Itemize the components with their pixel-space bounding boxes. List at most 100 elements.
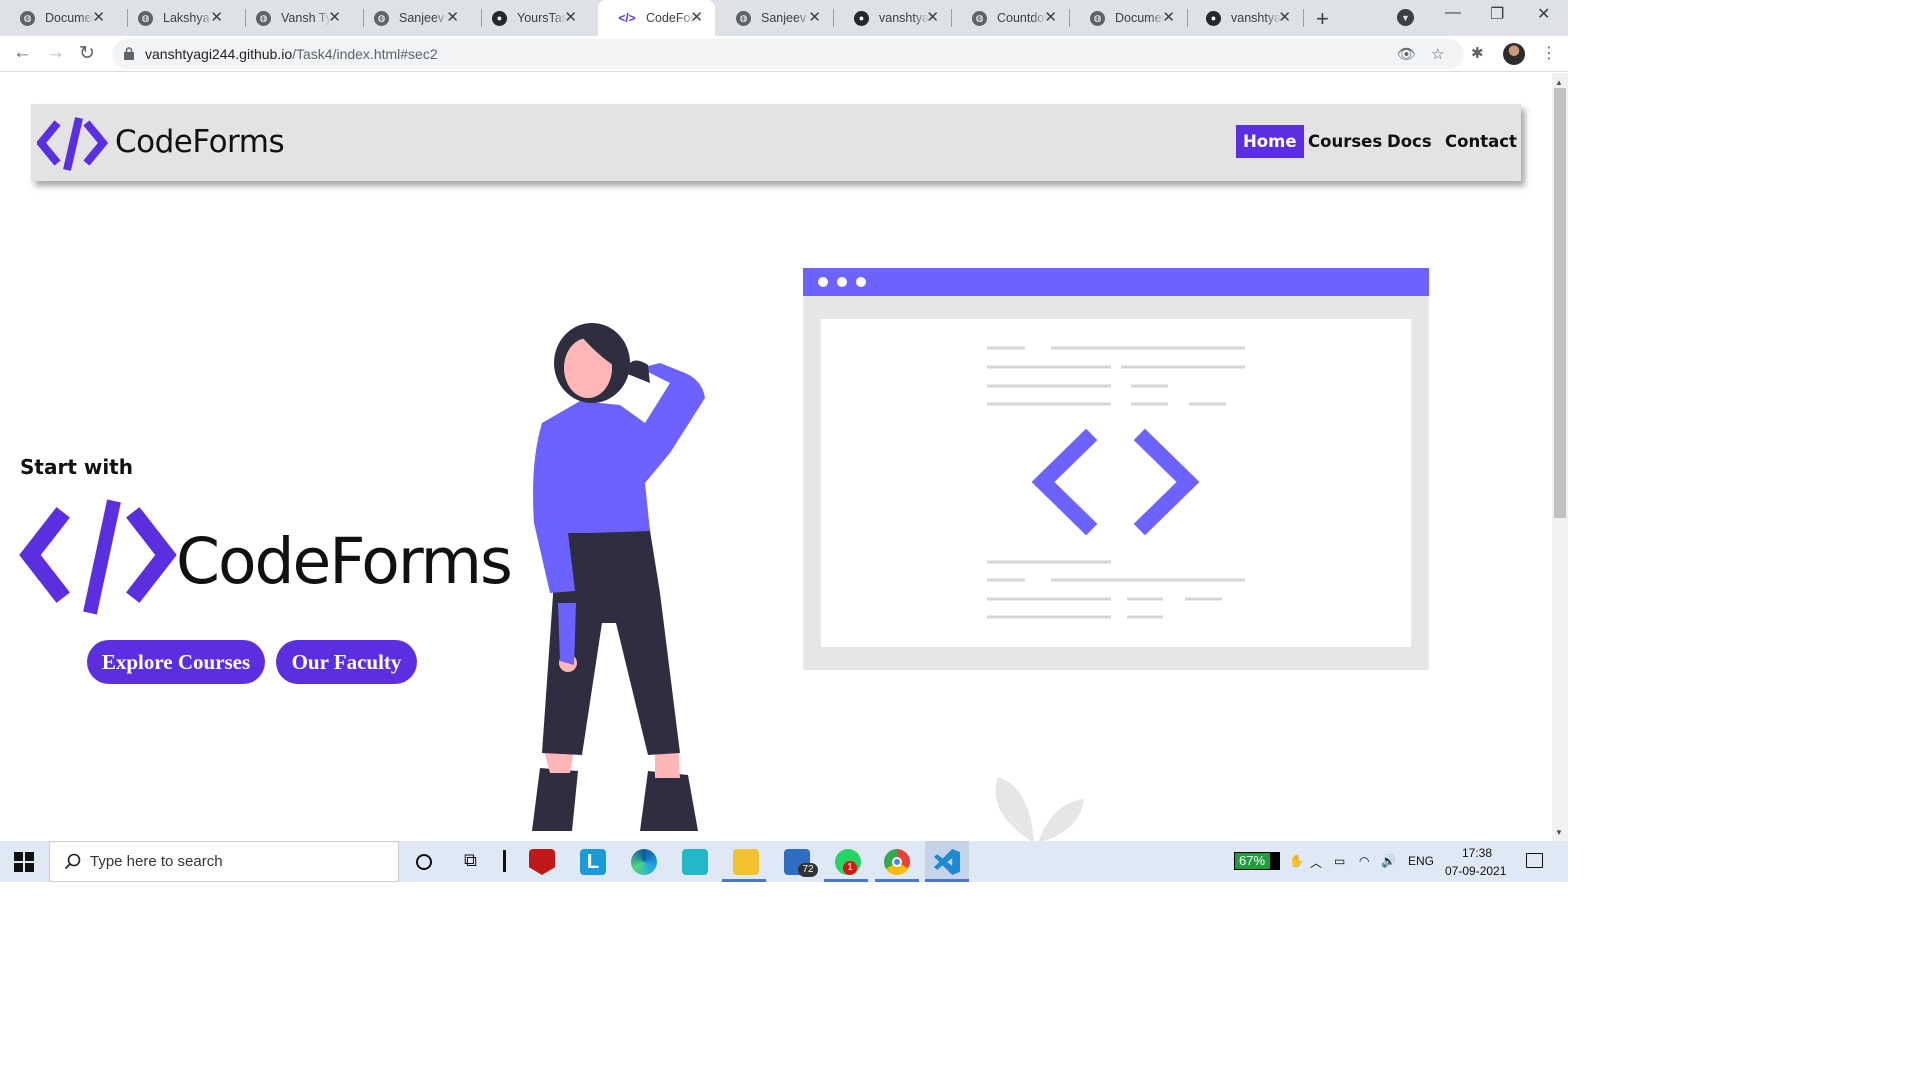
chevron-up-icon[interactable]: ︿ — [1310, 854, 1322, 871]
tab-title: Countdov — [997, 11, 1047, 25]
browser-tab[interactable]: ● YoursTast ✕ — [472, 0, 589, 36]
task-view-icon[interactable]: ⧉ — [464, 850, 477, 871]
scroll-down-icon[interactable]: ▼ — [1555, 828, 1563, 837]
url-path: /Task4/index.html#sec2 — [292, 46, 438, 62]
close-icon[interactable]: ✕ — [1044, 10, 1057, 26]
close-icon[interactable]: ✕ — [92, 10, 105, 26]
browser-tab-active[interactable]: </> CodeForm✕ — [598, 0, 715, 36]
touch-icon[interactable]: ✋ — [1289, 854, 1304, 868]
scroll-up-icon[interactable]: ▲ — [1555, 78, 1563, 87]
close-icon[interactable]: ✕ — [1278, 10, 1291, 26]
browser-tab[interactable]: ● vanshtyac✕ — [1186, 0, 1303, 36]
codeforms-logo-icon — [37, 117, 109, 171]
close-icon[interactable]: ✕ — [564, 10, 577, 26]
globe-icon: ◍ — [1090, 10, 1105, 26]
star-icon[interactable]: ☆ — [1431, 45, 1444, 63]
browser-tab[interactable]: ◍ Vansh Tya✕ — [236, 0, 353, 36]
active-app-indicator — [875, 879, 919, 882]
mail-badge: 72 — [798, 863, 818, 877]
window-close-icon[interactable]: ✕ — [1537, 4, 1550, 24]
battery-indicator[interactable]: 67% — [1234, 852, 1280, 870]
whatsapp-badge: 1 — [843, 861, 857, 875]
back-icon[interactable]: ← — [13, 42, 32, 64]
wifi-icon[interactable]: ◠ — [1359, 854, 1369, 868]
nav-courses[interactable]: Courses — [1301, 125, 1389, 158]
close-icon[interactable]: ✕ — [446, 10, 459, 26]
address-bar[interactable]: vanshtyagi244.github.io/Task4/index.html… — [112, 39, 1464, 69]
file-explorer-icon[interactable] — [733, 849, 759, 875]
notification-icon[interactable] — [1526, 853, 1543, 868]
taskbar-search-box[interactable]: Type here to search — [49, 841, 399, 882]
code-window-illustration — [803, 268, 1429, 670]
our-faculty-button[interactable]: Our Faculty — [276, 640, 417, 684]
github-icon: ● — [854, 10, 869, 26]
browser-toolbar: ← → ↻ vanshtyagi244.github.io/Task4/inde… — [0, 36, 1568, 72]
battery-icon[interactable]: ▭ — [1334, 854, 1345, 868]
browser-tab[interactable]: ● vanshtyac✕ — [834, 0, 951, 36]
url-host: vanshtyagi244.github.io — [145, 46, 293, 62]
tab-title: Documen — [1115, 11, 1165, 25]
browser-tab[interactable]: ◍ Countdov ✕ — [952, 0, 1069, 36]
close-icon[interactable]: ✕ — [210, 10, 223, 26]
extensions-icon[interactable]: ✱ — [1471, 44, 1484, 62]
eye-off-icon[interactable]: 👁 — [1397, 45, 1416, 63]
globe-icon: ◍ — [736, 10, 751, 26]
forward-icon[interactable]: → — [46, 42, 65, 64]
taskbar-divider — [503, 850, 506, 872]
scroll-thumb[interactable] — [1554, 88, 1566, 518]
plant-illustration — [995, 777, 1084, 841]
reload-icon[interactable]: ↻ — [79, 42, 95, 65]
browser-tab[interactable]: ◍ Documen ✕ — [0, 0, 117, 36]
language-indicator[interactable]: ENG — [1408, 854, 1434, 868]
close-icon[interactable]: ✕ — [926, 10, 939, 26]
lenovo-app-icon[interactable]: L — [580, 849, 606, 875]
browser-tab[interactable]: ◍ Documen ✕ — [1070, 0, 1187, 36]
nav-contact[interactable]: Contact — [1438, 125, 1524, 158]
browser-tab[interactable]: ◍ Lakshya ✕ — [118, 0, 235, 36]
clock-date[interactable]: 07-09-2021 — [1445, 864, 1506, 878]
edge-icon[interactable] — [631, 849, 657, 875]
search-placeholder: Type here to search — [90, 853, 223, 870]
volume-icon[interactable]: 🔊 — [1381, 854, 1396, 868]
minimize-icon[interactable]: — — [1445, 4, 1461, 22]
nav-docs[interactable]: Docs — [1380, 125, 1439, 158]
tab-title: vanshtyac — [1231, 11, 1281, 25]
close-icon[interactable]: ✕ — [690, 10, 703, 26]
new-tab-button[interactable]: + — [1316, 6, 1329, 32]
site-navbar: CodeForms Home Courses Docs Contact — [31, 104, 1521, 181]
browser-tab[interactable]: ◍ Sanjeev T✕ — [354, 0, 471, 36]
browser-tab-strip: ◍Documen✕ ◍Lakshya✕ ◍Vansh Tya✕ ◍Sanjeev… — [0, 0, 1568, 36]
store-app-icon[interactable] — [682, 849, 708, 875]
url-text: vanshtyagi244.github.io/Task4/index.html… — [145, 46, 438, 62]
nav-home[interactable]: Home — [1236, 125, 1304, 158]
tab-title: Documen — [45, 11, 95, 25]
active-app-indicator — [722, 879, 766, 882]
tab-title: CodeForm — [646, 11, 696, 25]
globe-icon: ◍ — [138, 10, 153, 26]
close-icon[interactable]: ✕ — [328, 10, 341, 26]
nav-brand[interactable]: CodeForms — [115, 124, 285, 160]
globe-icon: ◍ — [374, 10, 389, 26]
close-icon[interactable]: ✕ — [1162, 10, 1175, 26]
tab-title: vanshtyac — [879, 11, 929, 25]
active-app-indicator — [925, 879, 969, 882]
restore-icon[interactable]: ❐ — [1490, 4, 1504, 24]
code-icon: </> — [618, 11, 636, 25]
mcafee-icon[interactable] — [529, 849, 555, 875]
profile-avatar[interactable] — [1503, 43, 1525, 65]
search-icon — [64, 853, 81, 870]
browser-tab[interactable]: ◍ Sanjeev T✕ — [716, 0, 833, 36]
windows-taskbar: Type here to search ⧉ L 72 1 67% ✋ ︿ ▭ ◠… — [0, 841, 1568, 882]
active-app-indicator — [824, 879, 868, 882]
tab-search-icon[interactable]: ▼ — [1397, 9, 1414, 26]
globe-icon: ◍ — [256, 10, 271, 26]
windows-start-icon[interactable] — [14, 852, 34, 872]
github-icon: ● — [492, 10, 507, 26]
tab-title: Sanjeev T — [399, 11, 449, 25]
github-icon: ● — [1206, 10, 1221, 26]
more-menu-icon[interactable]: ⋮ — [1541, 43, 1557, 63]
cortana-icon[interactable] — [415, 853, 433, 871]
explore-courses-button[interactable]: Explore Courses — [87, 640, 265, 684]
close-icon[interactable]: ✕ — [808, 10, 821, 26]
clock-time[interactable]: 17:38 — [1462, 846, 1492, 860]
